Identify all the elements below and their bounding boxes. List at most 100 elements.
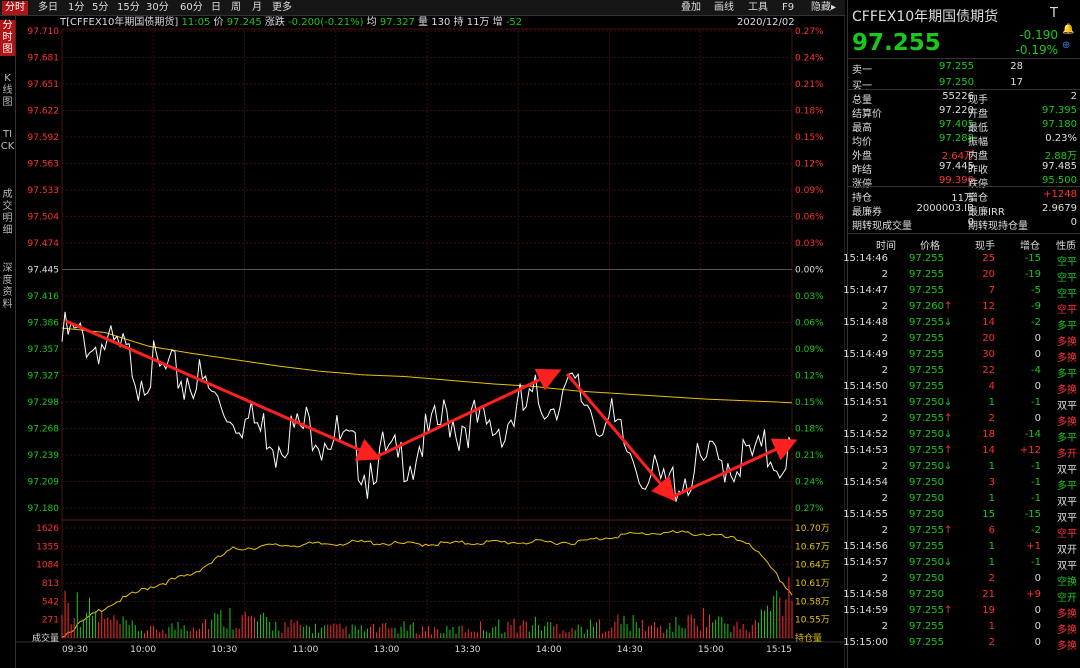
tick-nature: 多平 [1057,321,1077,332]
stat-value: 99.390 [939,175,974,186]
pct-tick: 0.18% [795,107,824,117]
left-tab-2[interactable]: TICK [0,129,15,153]
tick-price: 97.250 [909,589,944,600]
left-tab-1[interactable]: K线图 [0,73,15,109]
period-tab-9[interactable]: 月 [249,1,265,15]
tick-volume: 21 [982,589,995,600]
tick-row[interactable]: 15:14:51 97.250 ↓ 1 -1 双平 [843,395,1080,412]
price-tick: 97.445 [28,266,60,276]
tick-row[interactable]: 15:15:00 97.255 2 0 多换 [843,635,1080,652]
info-vol: 130 [431,17,451,28]
period-tab-2[interactable]: 1分 [65,1,87,15]
tick-row[interactable]: 15:14:46 97.255 25 -15 空平 [843,251,1080,268]
tick-time: 15:14:54 [843,477,888,488]
tick-row[interactable]: 2 97.255 1 0 多换 [848,619,1080,636]
tick-volume: 1 [988,557,995,568]
oi-value: 0 [1070,217,1077,228]
tick-nature: 多平 [1057,369,1077,380]
stat-label: 跌停 [968,179,988,190]
tick-row[interactable]: 15:14:49 97.255 30 0 多换 [843,347,1080,364]
tick-row[interactable]: 2 97.250 2 0 空换 [848,571,1080,588]
tick-row[interactable]: 2 97.255 20 -19 空平 [848,267,1080,284]
tick-volume: 1 [988,493,995,504]
stat-label: 内盘 [968,151,988,162]
pct-tick: 0.12% [795,372,824,382]
bell-icon[interactable]: 🔔 [1062,24,1074,35]
left-tab-0[interactable]: 分时图 [0,20,15,56]
tick-price: 97.255 [909,541,944,552]
tick-time: 2 [881,365,888,376]
tick-row[interactable]: 15:14:55 97.250 15 -15 双平 [843,507,1080,524]
intraday-chart[interactable]: 97.710 97.681 97.651 97.622 97.592 97.563 97.5… [0,0,845,668]
stat-label: 现手 [968,95,988,106]
tick-row[interactable]: 15:14:48 97.255 ↓ 14 -2 多平 [843,315,1080,332]
tick-row[interactable]: 15:14:54 97.250 3 -1 多平 [843,475,1080,492]
toolbar-btn-0[interactable]: 叠加 [681,1,701,15]
tick-row[interactable]: 2 97.250 1 -1 双平 [848,491,1080,508]
tick-nature: 多换 [1057,625,1077,636]
price-tick: 97.386 [28,319,60,329]
tick-row[interactable]: 15:14:53 97.255 ↑ 14 +12 多开 [843,443,1080,460]
period-tab-4[interactable]: 15分 [114,1,143,15]
volume-tick: 813 [42,579,59,589]
toolbar-btn-2[interactable]: 工具 [748,1,768,15]
toolbar-btn-1[interactable]: 画线 [714,1,734,15]
tick-arrow-icon: ↓ [944,317,953,328]
tick-row[interactable]: 15:14:58 97.250 21 +9 空开 [843,587,1080,604]
tick-row[interactable]: 2 97.250 ↓ 1 -1 双平 [848,459,1080,476]
price-tick: 97.268 [28,425,60,435]
price-label: 价 [213,17,224,28]
oi-value: 0 [967,217,974,228]
tick-row[interactable]: 15:14:47 97.255 7 -5 空平 [843,283,1080,300]
pct-tick: 0.00% [795,266,824,276]
oi-tick: 10.61万 [795,579,830,589]
tick-price: 97.255 [909,525,944,536]
pct-tick: 0.21% [795,451,824,461]
price-tick: 97.180 [28,504,60,514]
tick-oi-change: -5 [1031,285,1041,296]
tick-price: 97.250 [909,429,944,440]
toolbar-btn-3[interactable]: F9 [782,1,794,15]
tick-row[interactable]: 2 97.255 ↑ 2 0 多换 [848,411,1080,428]
tick-row[interactable]: 15:14:57 97.250 ↓ 1 -1 双平 [843,555,1080,572]
oi-label: 最廉IRR [968,207,1005,218]
tick-row[interactable]: 2 97.255 20 0 多换 [848,331,1080,348]
left-tab-3[interactable]: 成交明细 [0,189,15,237]
tick-volume: 30 [982,349,995,360]
period-tab-0[interactable]: 分时 [2,1,28,15]
tick-volume: 1 [988,621,995,632]
tick-row[interactable]: 2 97.255 ↑ 6 -2 空平 [848,523,1080,540]
toolbar-btn-4[interactable]: 隐藏▸ [811,1,836,15]
tick-row[interactable]: 15:14:52 97.250 ↓ 18 -14 多平 [843,427,1080,444]
tick-time: 15:14:56 [843,541,888,552]
stat-value: 95.500 [1042,175,1077,186]
tick-row[interactable]: 2 97.255 22 -4 多平 [848,363,1080,380]
tick-arrow-icon: ↑ [944,525,953,536]
stat-label: 外盘 [852,151,872,162]
tick-price: 97.255 [909,637,944,648]
volume-tick: 542 [42,597,59,607]
left-tab-4[interactable]: 深度资料 [0,263,15,311]
period-tab-5[interactable]: 30分 [143,1,172,15]
tick-time: 15:14:48 [843,317,888,328]
tick-oi-change: -9 [1031,301,1041,312]
period-tab-10[interactable]: 更多 [269,1,295,15]
tick-time: 2 [881,493,888,504]
time-tick: 15:15 [766,645,792,655]
tick-row[interactable]: 15:14:56 97.255 1 +1 双开 [843,539,1080,556]
oi-value: 2000003.IB [916,203,974,214]
add-icon[interactable]: ⊕ [1062,40,1070,51]
tick-volume: 19 [982,605,995,616]
period-tab-6[interactable]: 60分 [177,1,206,15]
tick-price: 97.255 [909,413,944,424]
tick-row[interactable]: 15:14:50 97.255 4 0 多换 [843,379,1080,396]
price-tick: 97.533 [28,186,60,196]
period-tab-3[interactable]: 5分 [89,1,111,15]
tick-row[interactable]: 2 97.260 ↑ 12 -9 空平 [848,299,1080,316]
period-tab-7[interactable]: 日 [208,1,224,15]
period-tab-8[interactable]: 周 [228,1,244,15]
ask-price: 97.255 [939,61,974,72]
tick-oi-change: 0 [1034,413,1041,424]
period-tab-1[interactable]: 多日 [35,1,61,15]
tick-row[interactable]: 15:14:59 97.255 ↑ 19 0 多换 [843,603,1080,620]
